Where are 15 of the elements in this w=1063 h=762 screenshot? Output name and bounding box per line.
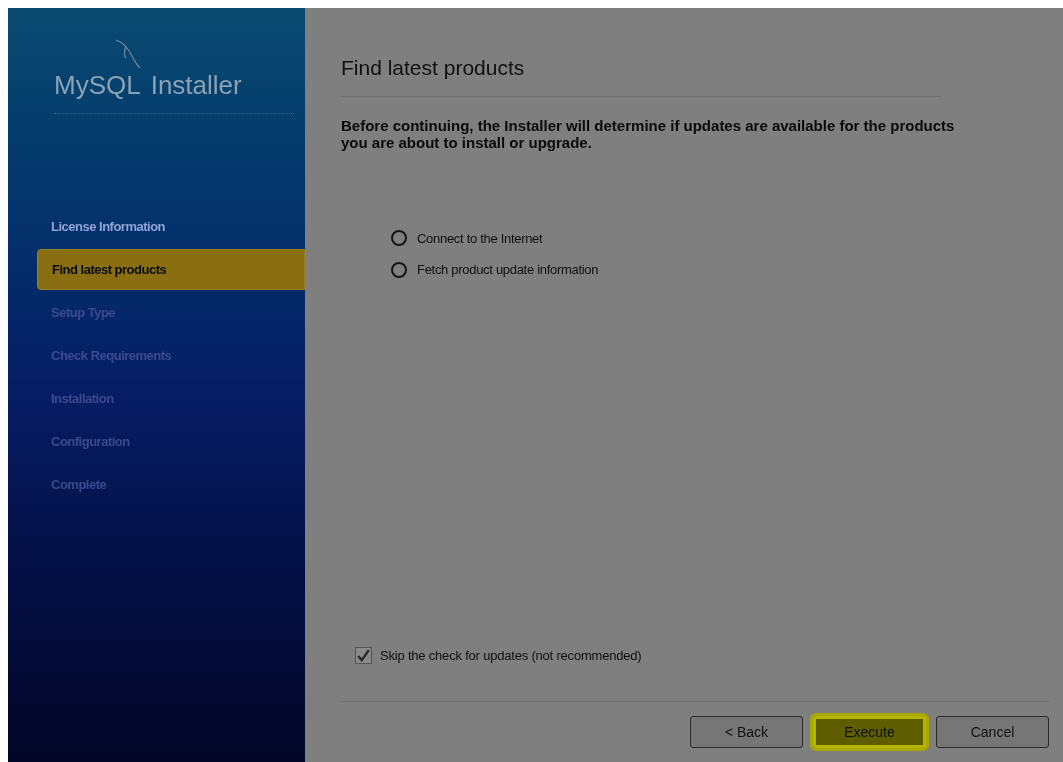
dialog-button[interactable]: Cancel — [936, 716, 1049, 748]
logo-text: MySQL — [54, 69, 141, 102]
page-title: Find latest products — [341, 55, 526, 81]
radio-label: Connect to the Internet — [417, 229, 543, 248]
description-text: Before continuing, the Installer will determine if updates are available for the products you are about to install or upgrade. — [341, 116, 956, 151]
radio-button[interactable] — [391, 230, 407, 247]
radio-button[interactable] — [391, 261, 407, 278]
dialog-button[interactable]: < Back — [690, 716, 803, 748]
logo-subtitle: Installer — [150, 69, 242, 102]
sidebar-step[interactable]: License Information — [37, 206, 305, 247]
sidebar-step[interactable]: Complete — [37, 464, 305, 505]
checkbox-label: Skip the check for updates (not recommended) — [380, 646, 642, 665]
dialog-button[interactable]: Execute — [813, 716, 926, 748]
radio-label: Fetch product update information — [417, 261, 599, 279]
sidebar-step[interactable]: Find latest products — [37, 249, 305, 290]
